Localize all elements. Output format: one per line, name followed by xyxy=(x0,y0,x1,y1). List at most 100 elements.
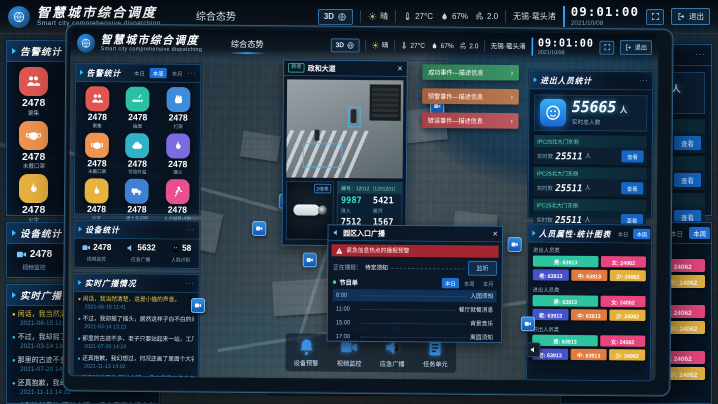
view-button[interactable]: 查看 xyxy=(621,182,643,194)
fullscreen-button[interactable] xyxy=(599,40,614,54)
tab-overview[interactable]: 综合态势 xyxy=(229,34,265,54)
device-item-face[interactable]: 58 人脸识别 xyxy=(170,244,191,264)
schedule-row[interactable]: 8:00 入园须知 xyxy=(333,289,497,302)
chip-female[interactable]: 女: 24062 xyxy=(601,296,646,308)
tile-value: 2478 xyxy=(168,160,187,169)
camera-marker[interactable] xyxy=(303,253,317,268)
chip-male[interactable]: 男: 63913 xyxy=(532,335,598,347)
tile-label: 未戴口罩 xyxy=(23,163,45,171)
view-button[interactable]: 查看 xyxy=(674,173,701,187)
floating-screen-window[interactable]: 智慧城市综合调度 Smart city comprehensive dispat… xyxy=(62,23,673,396)
alarm-tabs: 本日 本周 本月 ··· xyxy=(131,68,197,79)
panel-menu-dots[interactable]: ··· xyxy=(639,77,648,84)
broadcast-item[interactable]: ●哈利波特里的“阿兹卡班”一旦自己没有机会宏伟，整个… 2021-11-23 1… xyxy=(7,398,159,404)
broadcast-item[interactable]: ●哈利波特里的“阿兹卡班”一旦自己没有机会宏伟，整个… 2021-11-23 1… xyxy=(73,371,198,377)
chip-middle[interactable]: 中: 63913 xyxy=(571,309,607,321)
toast-error[interactable]: 错误事件—描述信息 › xyxy=(422,112,519,128)
schedule-row[interactable]: 17:00 离园须知 xyxy=(332,330,496,343)
close-icon[interactable]: ✕ xyxy=(492,231,498,238)
alarm-tile-fireworks[interactable]: 2478 烟火 xyxy=(158,133,197,177)
zoom-ratio-badge[interactable]: 2倍率 xyxy=(314,184,332,194)
chip-young[interactable]: 少: 24062 xyxy=(609,349,645,361)
tab-week[interactable]: 本周 xyxy=(461,278,478,288)
schedule-row[interactable]: 11:00 餐厅就餐消息 xyxy=(333,303,497,316)
tab-today[interactable]: 本日 xyxy=(442,278,459,288)
mode-3d-toggle[interactable]: 3D xyxy=(318,9,353,25)
chip-elder[interactable]: 老: 63913 xyxy=(532,309,568,321)
tab-month[interactable]: 本月 xyxy=(479,278,496,288)
broadcast-item[interactable]: ●那里的古迹不多，老子只要站起来一站，工厂之气势… 2021-07-20 14:… xyxy=(73,332,198,353)
panel-menu-dots[interactable]: ··· xyxy=(186,227,195,234)
broadcast-item[interactable]: ●还真抱歉，我幻想过，何况还画了里面个大容量硬盘… 2021-11-13 14:… xyxy=(73,351,198,372)
tab-today[interactable]: 本日 xyxy=(614,229,631,239)
close-icon[interactable]: ✕ xyxy=(397,65,403,72)
tab-today[interactable]: 本日 xyxy=(131,68,148,78)
chip-elder[interactable]: 老: 63913 xyxy=(533,269,569,281)
clock-date: 2021/10/08 xyxy=(538,50,594,56)
tab-week[interactable]: 本周 xyxy=(150,68,167,78)
alarm-tile-grid: 2478 聚集 2478 抽烟 2478 打架 2478 未戴口罩 xyxy=(75,82,201,226)
alarm-tile-trash-overflow[interactable]: 2478 垃圾外溢 xyxy=(118,133,157,177)
chip-male[interactable]: 男: 63913 xyxy=(533,295,599,307)
schedule-row[interactable]: 15:00 背景音乐 xyxy=(333,317,497,330)
alarm-tile-boundary-crossing[interactable]: 2478 人员越界识别 xyxy=(158,179,197,223)
people-row: IPC25北大门东侧 实时数 25511 人 查看 xyxy=(534,135,647,165)
thermometer-icon xyxy=(403,12,412,21)
tab-week[interactable]: 本周 xyxy=(689,227,710,239)
camera-marker[interactable] xyxy=(252,221,266,236)
exit-button[interactable]: 退出 xyxy=(620,40,652,55)
view-button[interactable]: 查看 xyxy=(674,136,701,150)
chip-middle[interactable]: 中: 63913 xyxy=(571,349,607,361)
view-button[interactable]: 查看 xyxy=(621,150,643,162)
alarm-tile-fire[interactable]: 2478 火灾 xyxy=(10,174,57,225)
panel-people-statistics: 进出人员统计 ··· 55665 人 实时总人数 IPC25北大门东侧 实时数 … xyxy=(528,70,654,219)
device-item-video[interactable]: 2478 视频监控 xyxy=(16,249,52,272)
chip-female[interactable]: 女: 24062 xyxy=(601,256,646,268)
device-item-video[interactable]: 2478 视频监控 xyxy=(82,243,112,263)
panel-arrow-icon xyxy=(12,292,16,298)
chip-young[interactable]: 少: 24062 xyxy=(609,309,645,321)
chip-male[interactable]: 男: 63913 xyxy=(533,255,599,267)
chip-female[interactable]: 女: 24062 xyxy=(600,335,645,347)
alarm-tile-no-mask[interactable]: 2478 未戴口罩 xyxy=(10,121,57,172)
tile-label: 打架 xyxy=(174,123,183,130)
program-list-title: 节目单 xyxy=(339,277,358,287)
toast-success[interactable]: 成功事件—描述信息 › xyxy=(422,64,519,80)
panel-menu-dots[interactable]: ··· xyxy=(695,51,706,59)
alarm-tile-fighting[interactable]: 2478 打架 xyxy=(159,87,198,131)
dock-label: 应急广播 xyxy=(380,359,405,369)
camera-popup-header: 新增 政和大道 ✕ xyxy=(284,60,407,77)
fullscreen-button[interactable] xyxy=(646,9,664,25)
clock-time: 09:01:00 xyxy=(538,38,594,49)
chip-middle[interactable]: 中: 63913 xyxy=(571,270,607,282)
panel-menu-dots[interactable]: ··· xyxy=(187,70,196,77)
alarm-tile-fire[interactable]: 2478 火灾 xyxy=(77,178,116,222)
dock-device-warning[interactable]: 设备预警 xyxy=(294,337,319,368)
alarm-tile-gathering[interactable]: 2478 聚集 xyxy=(10,67,57,118)
alarm-tile-gathering[interactable]: 2478 聚集 xyxy=(78,86,117,130)
listen-button[interactable]: 监听 xyxy=(468,261,497,276)
toast-warning[interactable]: 预警事件—描述信息 › xyxy=(422,88,519,104)
broadcast-time: 2021-11-13 14:02 xyxy=(77,363,193,370)
chip-young[interactable]: 少: 24062 xyxy=(610,270,646,282)
exit-button[interactable]: 退出 xyxy=(671,8,710,25)
now-playing-label: 正在播报： xyxy=(333,263,362,272)
camera-marker[interactable] xyxy=(191,298,205,313)
camera-video-feed[interactable] xyxy=(286,79,403,178)
mask-icon xyxy=(19,121,48,150)
camera-marker[interactable] xyxy=(521,316,535,331)
mode-3d-toggle[interactable]: 3D xyxy=(331,38,360,52)
camera-marker[interactable] xyxy=(508,237,522,252)
broadcast-item[interactable]: ●闲话，我当然清楚，这是小猫的声音。 2021-06-15 11:41 xyxy=(74,292,199,313)
program-tabs: 本日 本周 本月 xyxy=(442,278,497,289)
device-item-broadcast[interactable]: 5632 应急广播 xyxy=(126,243,156,263)
alarm-tile-no-mask[interactable]: 2478 未戴口罩 xyxy=(78,132,117,176)
panel-menu-dots[interactable]: ··· xyxy=(185,280,194,287)
alarm-tile-dump-truck[interactable]: 2478 渣土车识别 xyxy=(118,179,157,223)
tab-week[interactable]: 本周 xyxy=(633,229,650,239)
alarm-tile-smoking[interactable]: 2478 抽烟 xyxy=(118,87,157,131)
panel-people-title-bar: 进出人员统计 ··· xyxy=(530,71,653,90)
tab-month[interactable]: 本月 xyxy=(168,68,185,78)
speaker-marker[interactable] xyxy=(526,342,540,357)
broadcast-item[interactable]: ●不过，我却摇了摇头，居然这样子白不白的问题？ 2021-03-14 13:23 xyxy=(74,312,199,333)
